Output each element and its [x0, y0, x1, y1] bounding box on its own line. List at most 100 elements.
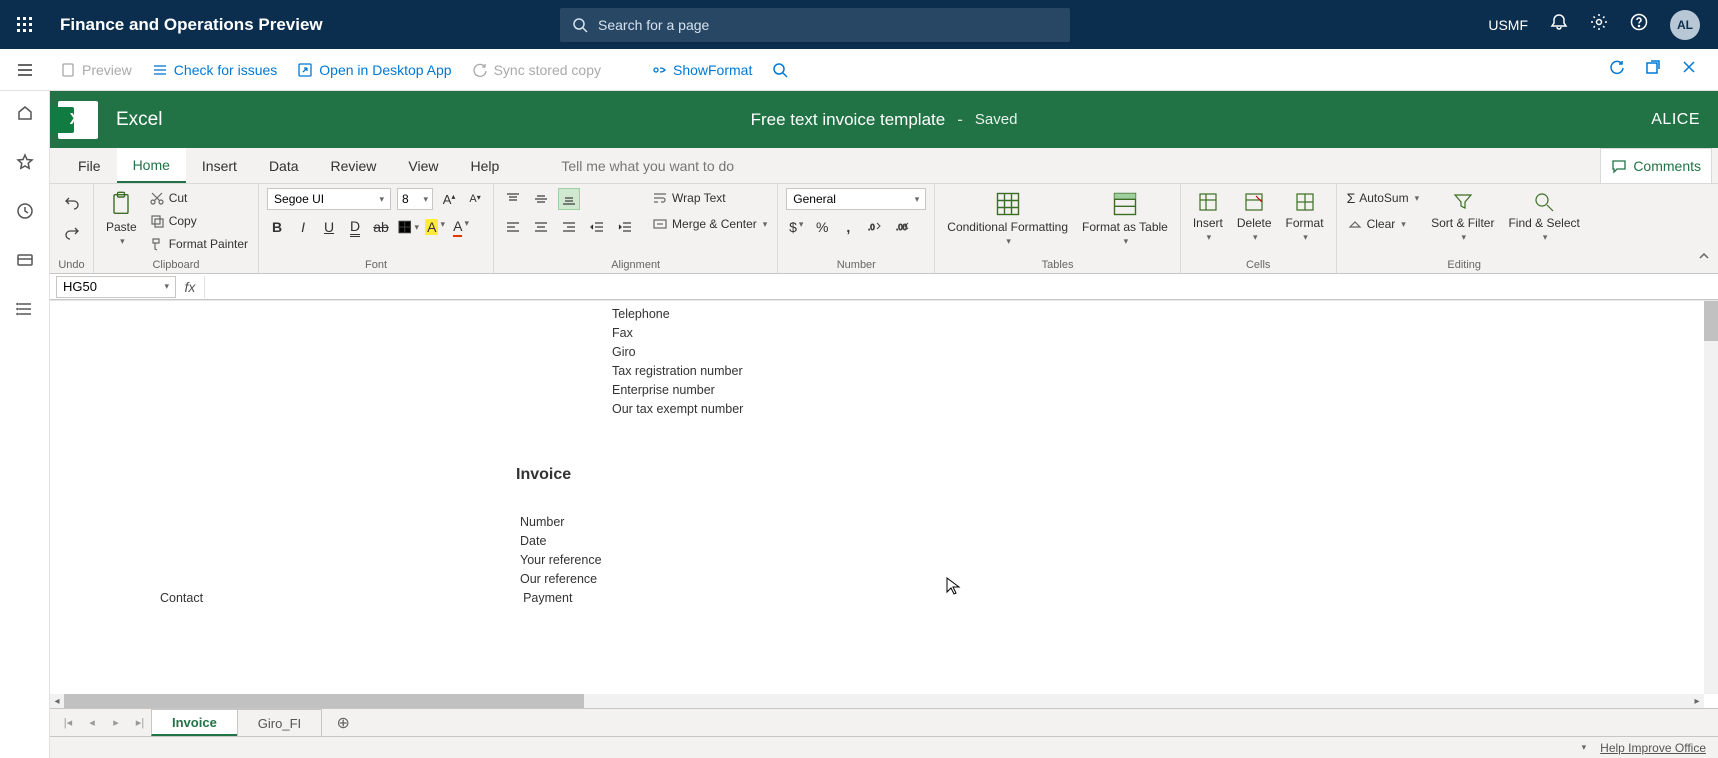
close-icon[interactable] [1680, 58, 1698, 81]
bold-button[interactable]: B [267, 219, 287, 235]
decrease-decimal-button[interactable]: .00 [892, 216, 914, 238]
app-launcher-button[interactable] [0, 16, 50, 34]
ribbon-tabs: File Home Insert Data Review View Help T… [50, 148, 1718, 184]
percent-button[interactable]: % [812, 219, 832, 235]
tab-data[interactable]: Data [253, 148, 315, 183]
comma-button[interactable]: , [838, 219, 858, 235]
open-desktop-button[interactable]: Open in Desktop App [287, 49, 461, 90]
insert-cells-button[interactable]: Insert▾ [1189, 188, 1227, 245]
status-dropdown-icon[interactable]: ▾ [1582, 742, 1587, 753]
conditional-formatting-button[interactable]: Conditional Formatting▾ [943, 188, 1072, 249]
cell-label: Contact [160, 591, 203, 610]
increase-indent-button[interactable] [614, 216, 636, 238]
tab-insert[interactable]: Insert [186, 148, 253, 183]
help-icon[interactable] [1630, 13, 1648, 36]
fill-color-button[interactable]: A▾ [425, 219, 445, 235]
copy-button[interactable]: Copy [147, 211, 250, 231]
align-middle-button[interactable] [530, 188, 552, 210]
modules-icon[interactable] [16, 300, 34, 323]
strikethrough-button[interactable]: ab [371, 219, 391, 235]
format-painter-button[interactable]: Format Painter [147, 234, 250, 254]
home-icon[interactable] [16, 104, 34, 127]
vertical-scrollbar[interactable] [1704, 301, 1718, 694]
decrease-indent-button[interactable] [586, 216, 608, 238]
autosum-button[interactable]: ΣAutoSum▾ [1345, 188, 1422, 208]
refresh-icon[interactable] [1608, 58, 1626, 81]
format-cells-button[interactable]: Format▾ [1282, 188, 1328, 245]
toolbar-search-icon[interactable] [762, 49, 798, 90]
recent-icon[interactable] [16, 202, 34, 225]
cell-label: Enterprise number [612, 383, 715, 402]
redo-button[interactable] [61, 222, 83, 244]
find-select-button[interactable]: Find & Select▾ [1504, 188, 1583, 245]
shrink-font-button[interactable]: A▾ [465, 193, 485, 205]
font-color-button[interactable]: A▾ [451, 218, 471, 237]
ribbon: Undo Paste▾ Cut Copy Format Painter Clip… [50, 184, 1718, 274]
preview-button[interactable]: Preview [50, 49, 142, 90]
popout-icon[interactable] [1644, 58, 1662, 81]
align-top-button[interactable] [502, 188, 524, 210]
settings-icon[interactable] [1590, 13, 1608, 36]
sheet-nav-next-icon[interactable]: ▸ [104, 716, 128, 729]
tell-me-input[interactable]: Tell me what you want to do [545, 148, 750, 183]
worksheet-grid[interactable]: Telephone Fax Giro Tax registration numb… [50, 300, 1718, 708]
cell-label: Telephone [612, 307, 670, 326]
name-box[interactable]: HG50▾ [56, 276, 176, 298]
excel-user[interactable]: ALICE [1651, 111, 1700, 129]
font-size-select[interactable]: 8▾ [397, 188, 433, 210]
sheet-nav-last-icon[interactable]: ▸| [128, 716, 152, 729]
tab-home[interactable]: Home [117, 148, 186, 183]
borders-button[interactable]: ▾ [397, 216, 419, 238]
sheet-tab-giro[interactable]: Giro_FI [237, 709, 322, 736]
italic-button[interactable]: I [293, 219, 313, 235]
undo-button[interactable] [61, 192, 83, 214]
sort-filter-button[interactable]: Sort & Filter▾ [1427, 188, 1498, 245]
fx-icon[interactable]: fx [176, 279, 204, 295]
wrap-text-button[interactable]: Wrap Text [650, 188, 769, 208]
format-as-table-button[interactable]: Format as Table▾ [1078, 188, 1172, 249]
show-format-button[interactable]: ShowFormat [641, 49, 762, 90]
workspaces-icon[interactable] [16, 251, 34, 274]
check-issues-button[interactable]: Check for issues [142, 49, 287, 90]
formula-input[interactable] [204, 276, 1718, 298]
favorites-icon[interactable] [16, 153, 34, 176]
double-underline-button[interactable]: D [345, 218, 365, 237]
number-format-select[interactable]: General▾ [786, 188, 926, 210]
user-avatar[interactable]: AL [1670, 10, 1700, 40]
global-search-input[interactable]: Search for a page [560, 8, 1070, 42]
notifications-icon[interactable] [1550, 13, 1568, 36]
tab-review[interactable]: Review [315, 148, 393, 183]
paste-button[interactable]: Paste▾ [102, 188, 141, 249]
font-name-select[interactable]: Segoe UI▾ [267, 188, 391, 210]
align-bottom-button[interactable] [558, 188, 580, 210]
help-improve-link[interactable]: Help Improve Office [1600, 741, 1706, 755]
delete-cells-button[interactable]: Delete▾ [1233, 188, 1276, 245]
increase-decimal-button[interactable]: .0 [864, 216, 886, 238]
company-selector[interactable]: USMF [1488, 17, 1528, 33]
underline-button[interactable]: U [319, 219, 339, 235]
nav-toggle-button[interactable] [0, 61, 50, 79]
collapse-ribbon-icon[interactable] [1696, 248, 1712, 269]
align-center-button[interactable] [530, 216, 552, 238]
sync-button[interactable]: Sync stored copy [462, 49, 611, 90]
sheet-nav-prev-icon[interactable]: ◂ [80, 716, 104, 729]
action-bar: Preview Check for issues Open in Desktop… [0, 49, 1718, 91]
currency-button[interactable]: $▾ [786, 219, 806, 235]
tab-file[interactable]: File [62, 148, 117, 183]
grow-font-button[interactable]: A▴ [439, 192, 459, 207]
merge-center-button[interactable]: Merge & Center▾ [650, 214, 769, 234]
add-sheet-button[interactable]: ⊕ [328, 713, 358, 733]
tab-view[interactable]: View [392, 148, 454, 183]
comments-button[interactable]: Comments [1600, 148, 1712, 183]
tab-help[interactable]: Help [455, 148, 516, 183]
cell-label: Date [520, 534, 546, 553]
cut-button[interactable]: Cut [147, 188, 250, 208]
horizontal-scrollbar[interactable]: ◂▸ [50, 694, 1704, 708]
sheet-nav-first-icon[interactable]: |◂ [56, 716, 80, 729]
svg-text:.0: .0 [868, 223, 875, 232]
clear-button[interactable]: Clear▾ [1345, 214, 1422, 234]
align-right-button[interactable] [558, 216, 580, 238]
align-left-button[interactable] [502, 216, 524, 238]
sheet-tab-invoice[interactable]: Invoice [151, 709, 238, 736]
document-title[interactable]: Free text invoice template [751, 110, 946, 130]
